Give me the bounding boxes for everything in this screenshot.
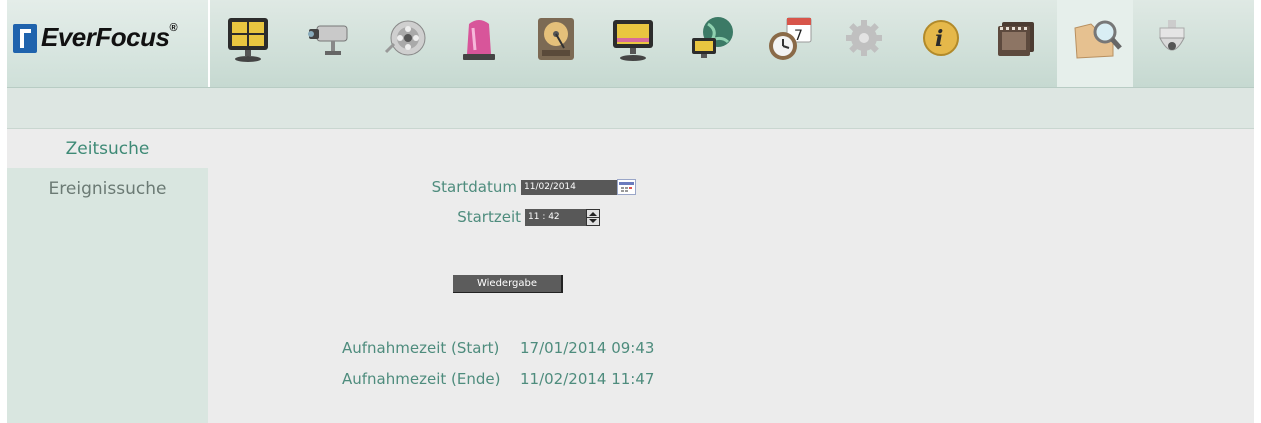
record-reel-icon[interactable] [364,0,440,87]
brand-reg: ® [169,22,178,34]
network-globe-icon[interactable] [672,0,748,87]
start-time-label: Startzeit [457,208,521,226]
live-view-icon[interactable] [210,0,286,87]
logo-mark-icon [13,24,37,53]
start-date-field[interactable]: 11/02/2014 [521,180,617,195]
film-icon[interactable] [980,0,1056,87]
start-date-label: Startdatum [431,178,517,196]
camera-icon[interactable] [287,0,363,87]
record-start-label: Aufnahmezeit (Start) [342,339,500,357]
svg-text:i: i [935,26,943,52]
info-icon[interactable]: i [903,0,979,87]
calendar-icon[interactable] [617,179,636,195]
record-end-value: 11/02/2014 11:47 [520,370,655,388]
top-toolbar: EverFocus® 7 i [7,0,1254,88]
dome-camera-icon[interactable] [1134,0,1210,87]
sidebar: Zeitsuche Ereignissuche [7,130,208,423]
brand-logo: EverFocus® [7,0,210,87]
search-folder-icon[interactable] [1057,0,1133,87]
hdd-icon[interactable] [518,0,594,87]
start-time-field[interactable]: 11 : 42 [525,209,586,226]
brand-name: EverFocus [41,22,170,52]
alarm-light-icon[interactable] [441,0,517,87]
gear-icon[interactable] [826,0,902,87]
monitor-icon[interactable] [595,0,671,87]
sidebar-item-ereignissuche[interactable]: Ereignissuche [7,170,208,208]
playback-button[interactable]: Wiedergabe [453,275,563,293]
record-start-value: 17/01/2014 09:43 [520,339,655,357]
record-end-label: Aufnahmezeit (Ende) [342,370,501,388]
schedule-clock-icon[interactable]: 7 [749,0,825,87]
sub-header-bar [7,88,1254,129]
app-frame: EverFocus® 7 i Zeitsuche Ereignissuche S… [7,0,1254,423]
sidebar-item-zeitsuche[interactable]: Zeitsuche [7,130,208,168]
time-spinner[interactable] [586,209,600,226]
